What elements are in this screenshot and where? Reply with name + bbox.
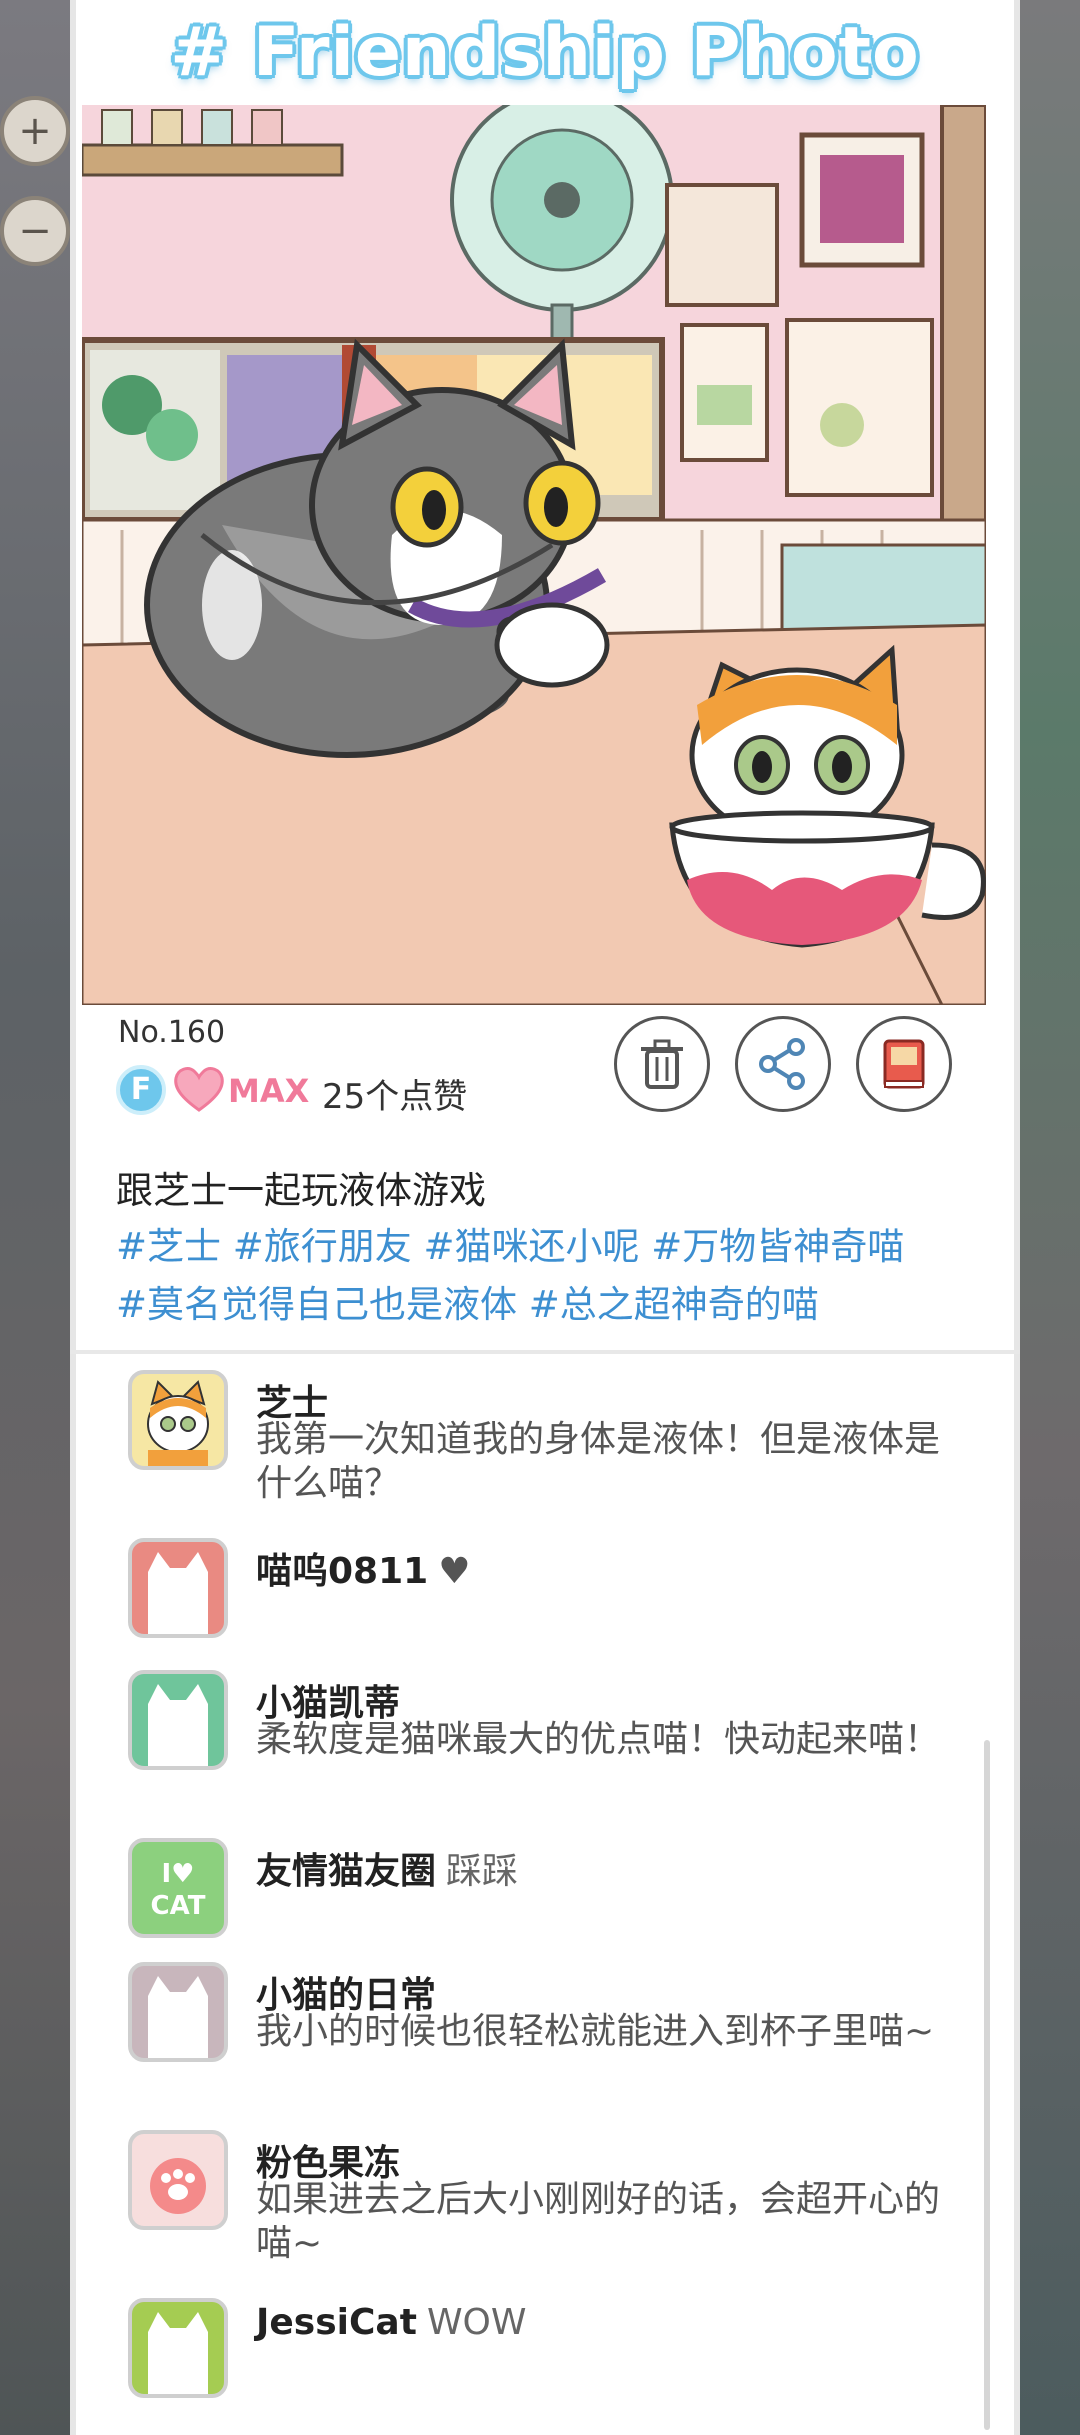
- friendship-photo: [82, 105, 986, 1005]
- photo-number: No.160: [118, 1015, 226, 1050]
- avatar-logo-text: I♥ CAT: [150, 1859, 206, 1921]
- book-icon: [883, 1039, 925, 1089]
- avatar[interactable]: [128, 2298, 228, 2398]
- comment-text: 我小的时候也很轻松就能进入到杯子里喵~: [256, 2011, 935, 2052]
- heart-reaction: ♥: [438, 1551, 471, 1592]
- comment-text: 踩踩: [446, 1851, 519, 1892]
- friend-badge: F: [116, 1065, 166, 1115]
- share-button[interactable]: [735, 1016, 831, 1112]
- zoom-in-button[interactable]: +: [0, 96, 70, 166]
- comment-author[interactable]: 友情猫友圈 踩踩: [256, 1842, 518, 1894]
- comment-author[interactable]: JessiCat WOW: [256, 2302, 526, 2343]
- page-title: # Friendship Photo: [170, 13, 920, 92]
- comment-text: 柔软度是猫咪最大的优点喵！快动起来喵！: [256, 1719, 941, 1760]
- comment-text: 如果进去之后大小刚刚好的话，会超开心的喵~: [256, 2179, 941, 2264]
- avatar[interactable]: [128, 1962, 228, 2062]
- comment-text: 我第一次知道我的身体是液体！但是液体是什么喵？: [256, 1419, 941, 1504]
- avatar[interactable]: [128, 1670, 228, 1770]
- comment-author-name: 喵呜0811: [256, 1551, 429, 1592]
- avatar[interactable]: [128, 1538, 228, 1638]
- scrollbar-thumb[interactable]: [984, 1740, 990, 2430]
- friendship-level-label: MAX: [228, 1072, 310, 1110]
- delete-button[interactable]: [614, 1016, 710, 1112]
- post-tags: #芝士 #旅行朋友 #猫咪还小呢 #万物皆神奇喵 #莫名觉得自己也是液体 #总之…: [116, 1218, 976, 1334]
- comment-author-name: 友情猫友圈: [256, 1851, 437, 1892]
- comment-text: WOW: [426, 2302, 527, 2343]
- trash-icon: [641, 1039, 683, 1089]
- avatar[interactable]: [128, 1370, 228, 1470]
- comment-author-name: JessiCat: [256, 2302, 417, 2343]
- zoom-out-button[interactable]: −: [0, 196, 70, 266]
- section-divider: [70, 1350, 1020, 1354]
- heart-icon: [172, 1064, 226, 1114]
- share-icon: [759, 1038, 805, 1090]
- tags-line-2[interactable]: #莫名觉得自己也是液体 #总之超神奇的喵: [116, 1276, 976, 1334]
- post-caption: 跟芝士一起玩液体游戏: [116, 1169, 486, 1212]
- comment-author[interactable]: 喵呜0811 ♥: [256, 1542, 470, 1594]
- album-button[interactable]: [856, 1016, 952, 1112]
- tags-line-1[interactable]: #芝士 #旅行朋友 #猫咪还小呢 #万物皆神奇喵: [116, 1218, 976, 1276]
- like-count: 25个点赞: [322, 1077, 468, 1117]
- avatar[interactable]: I♥ CAT: [128, 1838, 228, 1938]
- avatar[interactable]: [128, 2130, 228, 2230]
